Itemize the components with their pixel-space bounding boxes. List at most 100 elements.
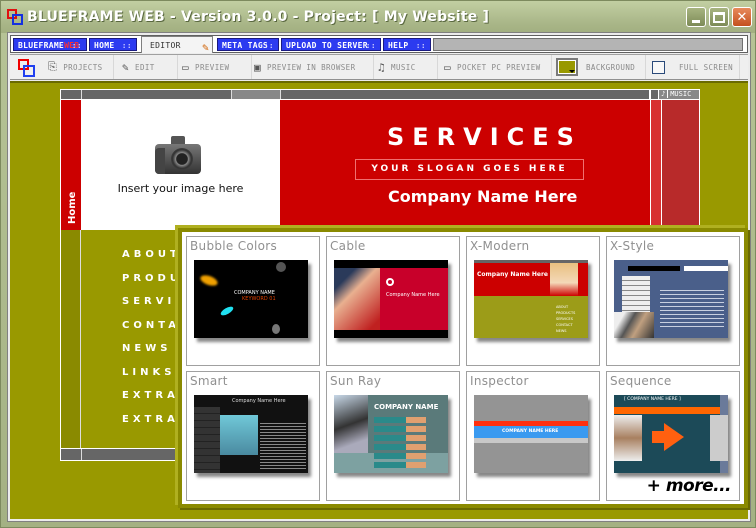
top-strip	[60, 89, 650, 100]
menu-separator: ::	[121, 41, 132, 50]
thumb-text: COMPANY NAME	[374, 403, 439, 411]
close-icon: ✕	[736, 9, 748, 25]
full-screen-button[interactable]: FULL SCREEN	[652, 55, 740, 79]
template-thumbnail: [ COMPANY NAME HERE ]	[614, 395, 728, 473]
slogan-text[interactable]: YOUR SLOGAN GOES HERE	[355, 159, 584, 180]
preview-in-browser-button[interactable]: ▣ PREVIEW IN BROWSER	[254, 55, 374, 79]
maximize-icon	[713, 11, 725, 23]
template-name: X-Style	[610, 239, 655, 253]
pocket-pc-preview-button[interactable]: ▭ POCKET PC PREVIEW	[444, 55, 552, 79]
tab-help[interactable]: HELP ::	[383, 38, 431, 51]
template-thumbnail: COMPANY NAME KEYWORD 01	[194, 260, 308, 338]
minimize-icon	[692, 19, 700, 23]
brand-prefix: BLUEFRAME	[18, 41, 65, 50]
background-button[interactable]: BACKGROUND	[556, 55, 646, 79]
template-card-sequence[interactable]: Sequence [ COMPANY NAME HERE ] + more...	[606, 371, 740, 501]
preview-button[interactable]: ▭ PREVIEW	[182, 55, 252, 79]
thumb-nav-item: NEWS	[556, 329, 567, 333]
menu-separator: ::	[415, 41, 426, 50]
thumb-text: Company Name Here	[232, 398, 286, 404]
thumb-text: [ COMPANY NAME HERE ]	[624, 397, 681, 402]
template-thumbnail: COMPANY NAME HERE	[474, 395, 588, 473]
tab-label: EDITOR	[150, 41, 181, 50]
template-thumbnail: COMPANY NAME	[334, 395, 448, 473]
menu-bar: BLUEFRAMEWEB :: HOME :: EDITOR ✎ META TA…	[10, 35, 748, 54]
pocket-pc-icon: ▭	[444, 60, 452, 74]
home-column: Home	[60, 100, 81, 230]
tab-upload-to-server[interactable]: UPLOAD TO SERVER ::	[281, 38, 381, 51]
preview-label: PREVIEW	[195, 62, 230, 72]
music-label: MUSIC	[391, 62, 416, 72]
scroll-column	[650, 100, 662, 230]
more-templates-link[interactable]: + more...	[647, 476, 732, 496]
tab-label: UPLOAD TO SERVER	[286, 41, 368, 50]
menu-filler	[433, 38, 743, 51]
template-name: Sequence	[610, 374, 672, 388]
thumb-text: COMPANY NAME HERE	[502, 429, 559, 434]
template-name: Bubble Colors	[190, 239, 278, 253]
full-screen-label: FULL SCREEN	[679, 62, 734, 72]
color-swatch-icon	[556, 58, 578, 76]
browser-icon: ▣	[254, 60, 262, 74]
thumb-text: Company Name Here	[386, 292, 440, 298]
thumb-text: Company Name Here	[477, 271, 548, 278]
template-card-smart[interactable]: Smart Company Name Here	[186, 371, 320, 501]
maximize-button[interactable]	[709, 7, 729, 27]
blueframe-logo-icon	[18, 59, 36, 77]
template-name: Sun Ray	[330, 374, 382, 388]
projects-label: PROJECTS	[63, 62, 103, 72]
template-gallery: Bubble Colors COMPANY NAME KEYWORD 01 Cab…	[178, 228, 748, 508]
company-name[interactable]: Company Name Here	[388, 187, 577, 206]
edit-icon: ✎	[122, 60, 130, 74]
template-card-x-style[interactable]: X-Style	[606, 236, 740, 366]
home-label[interactable]: Home	[67, 184, 78, 224]
template-card-inspector[interactable]: Inspector COMPANY NAME HERE	[466, 371, 600, 501]
music-note-icon: ♫	[378, 60, 386, 74]
template-thumbnail: Company Name Here	[334, 260, 448, 338]
thumb-nav: ABOUT PRODUCTS SERVICES CONTACT NEWS	[556, 304, 575, 334]
page-heading[interactable]: SERVICES	[387, 123, 582, 151]
template-name: Smart	[190, 374, 228, 388]
tab-meta-tags[interactable]: META TAGS ::	[217, 38, 279, 51]
music-toggle[interactable]: ♪ MUSIC	[658, 89, 700, 100]
client-area: BLUEFRAMEWEB :: HOME :: EDITOR ✎ META TA…	[7, 32, 751, 522]
thumb-text: KEYWORD 01	[242, 296, 276, 302]
brand-tab[interactable]: BLUEFRAMEWEB ::	[13, 38, 87, 51]
toolbar: ⎘ PROJECTS ✎ EDIT ▭ PREVIEW ▣ PREVIEW IN…	[10, 54, 748, 80]
template-card-sun-ray[interactable]: Sun Ray COMPANY NAME	[326, 371, 460, 501]
camera-icon	[155, 136, 201, 176]
music-note-icon: ♪	[661, 90, 669, 98]
minimize-button[interactable]	[686, 7, 706, 27]
pocket-pc-preview-label: POCKET PC PREVIEW	[457, 62, 541, 72]
close-button[interactable]: ✕	[732, 7, 752, 27]
app-logo-icon	[7, 9, 23, 25]
template-name: Inspector	[470, 374, 529, 388]
image-placeholder[interactable]: Insert your image here	[81, 100, 280, 230]
projects-button[interactable]: ⎘ PROJECTS	[48, 55, 114, 79]
preview-in-browser-label: PREVIEW IN BROWSER	[267, 62, 356, 72]
right-column	[662, 100, 700, 230]
music-button[interactable]: ♫ MUSIC	[378, 55, 438, 79]
edit-label: EDIT	[135, 62, 155, 72]
menu-separator: ::	[365, 41, 376, 50]
template-thumbnail: Company Name Here	[194, 395, 308, 473]
template-card-x-modern[interactable]: X-Modern Company Name Here ABOUT PRODUCT…	[466, 236, 600, 366]
lower-left-column	[60, 230, 81, 448]
fullscreen-icon	[652, 60, 665, 74]
edit-button[interactable]: ✎ EDIT	[122, 55, 178, 79]
template-card-bubble-colors[interactable]: Bubble Colors COMPANY NAME KEYWORD 01	[186, 236, 320, 366]
menu-separator: ::	[263, 41, 274, 50]
template-thumbnail: Company Name Here ABOUT PRODUCTS SERVICE…	[474, 260, 588, 338]
template-thumbnail	[614, 260, 728, 338]
template-name: Cable	[330, 239, 366, 253]
tab-home[interactable]: HOME ::	[89, 38, 137, 51]
background-label: BACKGROUND	[586, 62, 636, 72]
title-bar[interactable]: BLUEFRAME WEB - Version 3.0.0 - Project:…	[1, 1, 755, 33]
app-window: BLUEFRAME WEB - Version 3.0.0 - Project:…	[0, 0, 756, 528]
tab-editor[interactable]: EDITOR ✎	[141, 36, 213, 54]
tab-label: HELP	[388, 41, 409, 50]
music-tab-label: MUSIC	[670, 90, 692, 98]
template-name: X-Modern	[470, 239, 530, 253]
bottom-strip	[60, 448, 190, 461]
template-card-cable[interactable]: Cable Company Name Here	[326, 236, 460, 366]
